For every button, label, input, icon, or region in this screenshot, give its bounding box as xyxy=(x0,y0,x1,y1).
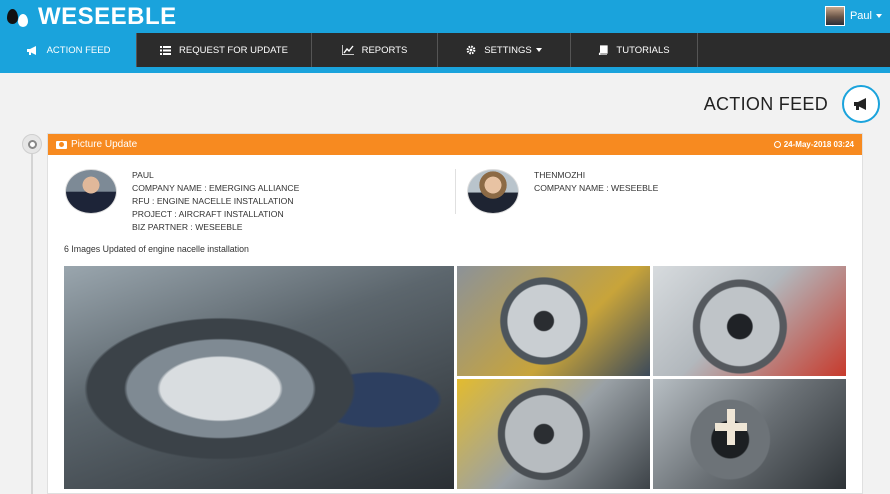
nav-label: REPORTS xyxy=(361,44,408,56)
timestamp: 24-May-2018 03:24 xyxy=(783,140,854,149)
recipient-block: THENMOZHI COMPANY NAME : WESEEBLE xyxy=(467,169,658,214)
page-title: ACTION FEED xyxy=(703,94,828,114)
chart-icon xyxy=(341,45,354,55)
chevron-down-icon xyxy=(876,14,882,18)
bullhorn-icon xyxy=(842,85,880,123)
feed-card: Picture Update 24-May-2018 03:24 PAUL CO… xyxy=(47,133,863,494)
avatar xyxy=(824,6,845,26)
nav-label: TUTORIALS xyxy=(616,44,670,56)
nav-settings[interactable]: SETTINGS xyxy=(438,33,571,67)
list-icon xyxy=(160,45,172,55)
nav-label: SETTINGS xyxy=(484,44,532,56)
gear-icon xyxy=(466,45,476,55)
divider xyxy=(455,169,456,214)
sender-info: PAUL COMPANY NAME : EMERGING ALLIANCE RF… xyxy=(132,169,299,234)
gallery-image[interactable] xyxy=(653,379,846,489)
main-nav: ACTION FEED REQUEST FOR UPDATE REPORTS S… xyxy=(0,33,890,67)
sender-company: COMPANY NAME : EMERGING ALLIANCE xyxy=(132,183,300,193)
nav-action-feed[interactable]: ACTION FEED xyxy=(0,33,137,67)
card-header: Picture Update 24-May-2018 03:24 xyxy=(48,134,862,155)
book-icon xyxy=(599,45,609,55)
nav-request-for-update[interactable]: REQUEST FOR UPDATE xyxy=(137,33,312,67)
update-type: Picture Update xyxy=(71,139,138,150)
sender-avatar[interactable] xyxy=(65,169,117,214)
recipient-name: THENMOZHI xyxy=(534,170,586,180)
brand-name: WESEEBLE xyxy=(38,3,177,30)
user-name: Paul xyxy=(849,10,872,22)
update-description: 6 Images Updated of engine nacelle insta… xyxy=(64,244,249,254)
gallery-image[interactable] xyxy=(457,266,650,376)
nav-label: REQUEST FOR UPDATE xyxy=(179,44,288,56)
nav-reports[interactable]: REPORTS xyxy=(312,33,438,67)
sender-block: PAUL COMPANY NAME : EMERGING ALLIANCE RF… xyxy=(65,169,299,234)
nav-label: ACTION FEED xyxy=(46,44,111,56)
sender-rfu: RFU : ENGINE NACELLE INSTALLATION xyxy=(132,196,294,206)
top-bar: WESEEBLE Paul xyxy=(0,0,890,33)
chevron-down-icon xyxy=(535,48,542,52)
gallery-image[interactable] xyxy=(457,379,650,489)
recipient-avatar[interactable] xyxy=(467,169,519,214)
camera-icon xyxy=(56,140,67,149)
recipient-company: COMPANY NAME : WESEEBLE xyxy=(534,183,659,193)
recipient-info: THENMOZHI COMPANY NAME : WESEEBLE xyxy=(534,169,658,214)
sender-biz-partner: BIZ PARTNER : WESEEBLE xyxy=(132,222,243,232)
gallery-image[interactable] xyxy=(64,266,454,489)
sender-name: PAUL xyxy=(132,170,154,180)
timeline-marker xyxy=(22,134,42,154)
clock-icon xyxy=(773,141,781,148)
gallery-image[interactable] xyxy=(653,266,846,376)
sender-project: PROJECT : AIRCRAFT INSTALLATION xyxy=(132,209,284,219)
nav-tutorials[interactable]: TUTORIALS xyxy=(571,33,698,67)
logo-icon xyxy=(6,4,32,30)
nav-underline xyxy=(0,67,890,73)
app-logo[interactable]: WESEEBLE xyxy=(6,3,177,31)
bullhorn-icon xyxy=(26,45,36,55)
timeline-line xyxy=(31,150,33,494)
user-menu[interactable]: Paul xyxy=(824,6,882,26)
